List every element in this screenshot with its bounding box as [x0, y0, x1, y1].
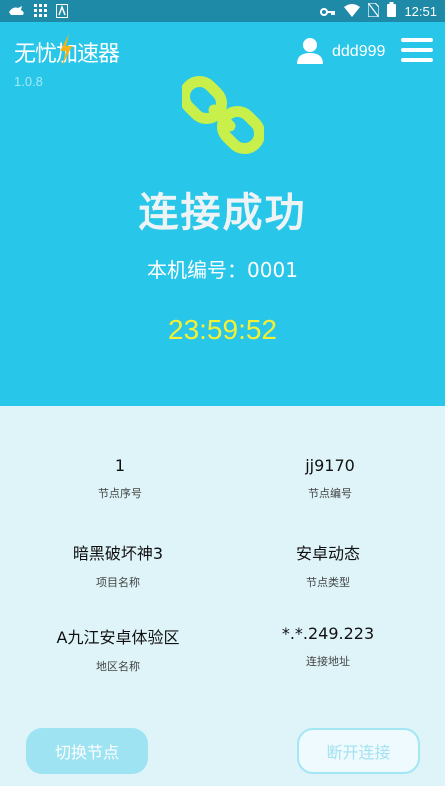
node-type-value: 安卓动态 [295, 544, 360, 563]
switch-node-button[interactable]: 切换节点 [26, 728, 148, 774]
region-value: A九江安卓体验区 [56, 628, 180, 647]
node-index-value: 1 [114, 456, 126, 475]
connection-panel: 无忧加速器 1.0.8 ddd999 连接成功 本机编号：0001 23:59:… [0, 22, 445, 406]
no-sim-icon [367, 2, 381, 21]
app-logo: 无忧加速器 [14, 34, 120, 67]
region: A九江安卓体验区 地区名称 [18, 624, 218, 674]
node-index: 1 节点序号 [20, 456, 220, 501]
address-value: *.*.249.223 [281, 624, 375, 643]
user-info[interactable]: ddd999 [296, 36, 385, 68]
node-type-label: 节点类型 [306, 576, 350, 589]
grid-icon [34, 3, 48, 22]
machine-number: 本机编号：0001 [147, 258, 298, 282]
node-index-label: 节点序号 [98, 487, 142, 500]
project-value: 暗黑破坏神3 [72, 544, 164, 563]
link-icon [178, 74, 266, 160]
address-label: 连接地址 [306, 655, 350, 668]
connection-status: 连接成功 [138, 190, 307, 236]
node-code-label: 节点编号 [308, 487, 352, 500]
app-notification-icon [56, 3, 68, 22]
lightning-icon [58, 34, 74, 70]
app-version: 1.0.8 [14, 74, 43, 89]
project: 暗黑破坏神3 项目名称 [18, 540, 218, 590]
disconnect-button[interactable]: 断开连接 [297, 728, 420, 774]
key-icon [320, 2, 336, 21]
node-code-value: jj9170 [305, 456, 355, 475]
wifi-icon [344, 2, 361, 21]
battery-icon [387, 2, 397, 21]
node-code: jj9170 节点编号 [230, 456, 430, 501]
connection-timer: 23:59:52 [168, 314, 277, 345]
address: *.*.249.223 连接地址 [228, 624, 428, 669]
cat-icon [8, 3, 26, 22]
node-type: 安卓动态 节点类型 [228, 540, 428, 590]
clock: 12:51 [404, 4, 437, 19]
status-bar: 12:51 [0, 0, 445, 22]
project-label: 项目名称 [96, 576, 140, 589]
avatar-icon[interactable] [296, 36, 324, 68]
menu-icon[interactable] [401, 38, 433, 64]
username: ddd999 [332, 43, 386, 60]
region-label: 地区名称 [96, 660, 140, 673]
